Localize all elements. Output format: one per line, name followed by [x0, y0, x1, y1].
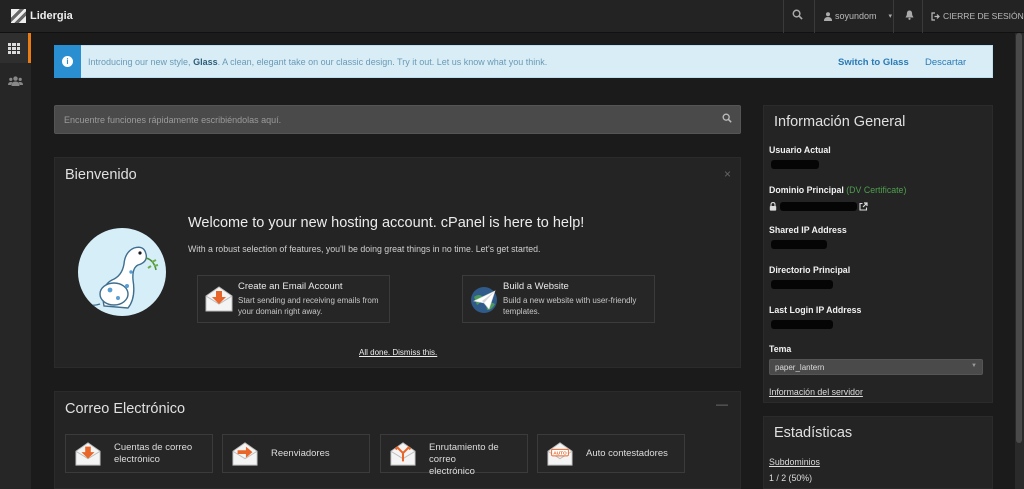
forwarders-icon	[232, 442, 258, 466]
server-info-link[interactable]: Información del servidor	[769, 387, 863, 397]
topbar-divider	[893, 0, 894, 33]
logout-button[interactable]: CIERRE DE SESIÓN	[931, 11, 1024, 21]
users-icon	[8, 76, 23, 86]
autoresponders-button[interactable]: AUTO Auto contestadores	[537, 434, 685, 473]
paper-plane-globe-icon	[471, 287, 497, 313]
username: soyundom	[835, 11, 877, 21]
email-accounts-button[interactable]: Cuentas de correo electrónico	[65, 434, 213, 473]
notice-text-tail: . A clean, elegant take on our classic d…	[217, 56, 548, 67]
primary-domain-text: Dominio Principal	[769, 185, 844, 195]
feature-label-line: Cuentas de correo	[114, 442, 193, 453]
redacted-value	[771, 160, 819, 169]
build-website-card[interactable]: Build a Website Build a new website with…	[462, 275, 655, 323]
external-link-icon[interactable]	[859, 202, 868, 213]
grid-icon	[8, 42, 20, 54]
notice-text: Introducing our new style, Glass. A clea…	[88, 57, 547, 67]
general-info-title: Información General	[774, 114, 906, 130]
welcome-subtext: With a robust selection of features, you…	[188, 244, 541, 254]
website-card-desc-line: templates.	[503, 307, 540, 316]
welcome-heading: Welcome to your new hosting account. cPa…	[188, 215, 585, 231]
logo-text: Lidergia	[30, 10, 73, 22]
welcome-title: Bienvenido	[65, 167, 137, 183]
left-rail	[0, 33, 31, 489]
statistics-title: Estadísticas	[774, 425, 853, 441]
close-icon[interactable]: ×	[724, 167, 731, 181]
email-card-desc-line: Start sending and receiving emails from	[238, 296, 379, 305]
quick-search-placeholder: Encuentre funciones rápidamente escribié…	[64, 115, 282, 125]
general-info-panel: Información General Usuario Actual Domin…	[763, 105, 993, 403]
notice-dismiss-link[interactable]: Descartar	[925, 57, 966, 68]
email-card-desc-line: your domain right away.	[238, 307, 323, 316]
welcome-panel: Bienvenido × Welcome to your new hosting…	[54, 157, 741, 368]
home-directory-label: Directorio Principal	[769, 265, 851, 275]
website-card-title: Build a Website	[503, 281, 569, 292]
dismiss-welcome-link[interactable]: All done. Dismiss this.	[359, 348, 437, 357]
info-icon: i	[62, 56, 73, 67]
logout-icon	[931, 11, 940, 21]
email-routing-icon	[390, 442, 416, 466]
logo-mark-icon	[11, 9, 26, 23]
statistics-panel: Estadísticas Subdominios 1 / 2 (50%)	[763, 416, 993, 489]
feature-label-line: electrónico	[114, 454, 160, 465]
topbar-divider	[814, 0, 815, 33]
rail-item-users[interactable]	[0, 66, 31, 96]
email-accounts-icon	[75, 442, 101, 466]
autoresponders-label: Auto contestadores	[586, 448, 668, 459]
email-accounts-label: Cuentas de correo electrónico	[114, 442, 192, 466]
primary-domain-label: Dominio Principal (DV Certificate)	[769, 185, 906, 195]
caret-down-icon: ▼	[971, 363, 977, 369]
shared-ip-label: Shared IP Address	[769, 225, 847, 235]
lock-icon	[769, 202, 777, 213]
dv-certificate-link[interactable]: (DV Certificate)	[846, 185, 906, 195]
theme-label: Tema	[769, 344, 792, 354]
redacted-value	[771, 320, 833, 329]
quick-search-input[interactable]: Encuentre funciones rápidamente escribié…	[54, 105, 741, 134]
search-icon[interactable]	[792, 9, 803, 23]
website-card-desc-line: Build a new website with user-friendly	[503, 296, 637, 305]
email-routing-button[interactable]: Enrutamiento de correo electrónico	[380, 434, 528, 477]
switch-to-glass-link[interactable]: Switch to Glass	[838, 57, 909, 68]
email-card-title: Create an Email Account	[238, 281, 343, 292]
collapse-icon[interactable]: —	[716, 397, 728, 411]
user-icon	[824, 11, 832, 21]
user-menu[interactable]: soyundom ▾	[824, 11, 892, 21]
email-section-title: Correo Electrónico	[65, 401, 186, 417]
current-user-label: Usuario Actual	[769, 145, 831, 155]
email-routing-label: Enrutamiento de correo electrónico	[429, 442, 527, 478]
redacted-value	[771, 280, 833, 289]
brand-logo[interactable]: Lidergia	[11, 9, 73, 23]
notice-icon-box: i	[54, 45, 81, 78]
website-card-desc: Build a new website with user-friendly t…	[503, 295, 636, 317]
subdomains-value: 1 / 2 (50%)	[769, 473, 813, 483]
dinosaur-mascot-image	[78, 228, 166, 316]
glass-notice-banner: i Introducing our new style, Glass. A cl…	[54, 45, 993, 78]
email-section-panel: Correo Electrónico — Cuentas de correo e…	[54, 391, 741, 489]
create-email-account-card[interactable]: Create an Email Account Start sending an…	[197, 275, 390, 323]
notice-text-bold: Glass	[193, 56, 218, 67]
feature-label-line: electrónico	[429, 466, 475, 477]
theme-select-value: paper_lantern	[775, 363, 825, 372]
topbar-divider	[783, 0, 784, 33]
top-bar: Lidergia soyundom ▾ CIERRE DE SESIÓN	[0, 0, 1024, 33]
theme-select[interactable]: paper_lantern ▼	[769, 359, 983, 375]
subdomains-link[interactable]: Subdominios	[769, 457, 820, 467]
autoresponders-icon: AUTO	[547, 442, 573, 466]
redacted-value	[771, 240, 827, 249]
email-download-icon	[205, 286, 233, 312]
topbar-divider	[922, 0, 923, 33]
email-card-desc: Start sending and receiving emails from …	[238, 295, 379, 317]
bell-icon[interactable]	[905, 10, 914, 23]
logout-label: CIERRE DE SESIÓN	[943, 11, 1024, 21]
rail-item-tools[interactable]	[0, 33, 31, 63]
auto-icon-text: AUTO	[553, 451, 567, 457]
scrollbar-thumb[interactable]	[1016, 33, 1022, 443]
forwarders-label: Reenviadores	[271, 448, 330, 459]
last-login-ip-label: Last Login IP Address	[769, 305, 862, 315]
redacted-value	[780, 202, 857, 211]
feature-label-line: Enrutamiento de correo	[429, 442, 499, 465]
forwarders-button[interactable]: Reenviadores	[222, 434, 370, 473]
notice-text-lead: Introducing our new style,	[88, 56, 194, 67]
chevron-down-icon: ▾	[888, 13, 893, 20]
search-icon	[722, 113, 732, 126]
